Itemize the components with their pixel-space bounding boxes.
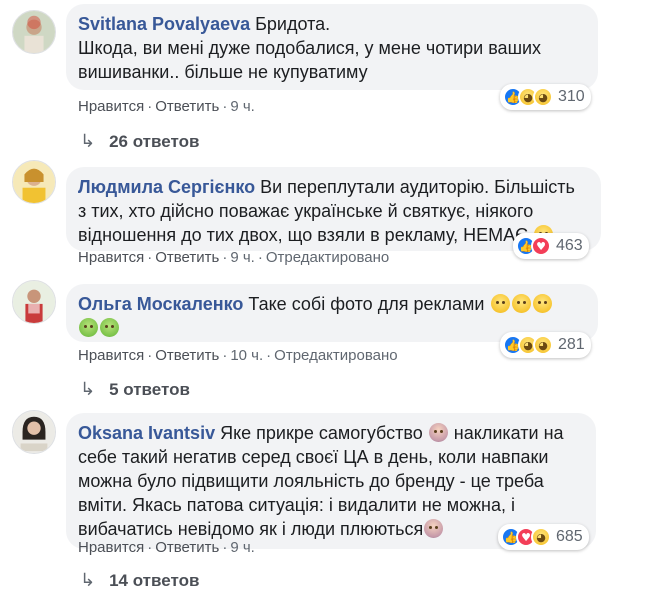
sick-face-icon <box>100 318 119 337</box>
reaction-count: 281 <box>558 336 585 353</box>
avatar[interactable] <box>12 410 56 454</box>
like-link[interactable]: Нравится <box>78 98 144 115</box>
reaction-count: 685 <box>556 528 583 545</box>
comment-text: Ви переплутали аудиторію. Більшість <box>260 177 575 197</box>
haha-reaction-icon: ◕ <box>531 527 551 547</box>
comment-actions: Нравится · Ответить · 9 ч. <box>78 98 255 115</box>
reactions-summary[interactable]: 👍 ◕ ◕ 281 <box>500 332 591 358</box>
comment-text: вишиванки.. більше не купуватиму <box>78 62 368 82</box>
replies-count: 5 ответов <box>109 379 190 399</box>
haha-reaction-icon: ◕ <box>533 87 553 107</box>
avatar[interactable] <box>12 160 56 204</box>
comment-author[interactable]: Людмила Сергієнко <box>78 177 255 197</box>
comment-text: накликати на <box>453 423 564 443</box>
timestamp[interactable]: 10 ч. <box>230 347 263 364</box>
flushed-face-icon <box>490 294 510 313</box>
comment-text: Шкода, ви мені дуже подобалися, у мене ч… <box>78 38 542 58</box>
crying-face-icon <box>532 294 552 313</box>
reply-link[interactable]: Ответить <box>155 249 219 266</box>
love-reaction-icon: ♥ <box>531 236 551 256</box>
reply-arrow-icon: ↳ <box>80 570 96 590</box>
comment-bubble: Svitlana Povalyaeva Бридота. Шкода, ви ме… <box>66 4 598 90</box>
replies-count: 14 ответов <box>109 570 200 590</box>
comment-text: Бридота. <box>255 14 331 34</box>
like-link[interactable]: Нравится <box>78 347 144 364</box>
like-link[interactable]: Нравится <box>78 249 144 266</box>
avatar[interactable] <box>12 10 56 54</box>
timestamp[interactable]: 9 ч. <box>230 249 255 266</box>
comment-text: відношення до тих двох, що взяли в рекла… <box>78 225 529 245</box>
comment-actions: Нравится · Ответить · 9 ч. <box>78 539 255 556</box>
reaction-count: 310 <box>558 88 585 105</box>
comment-text: вибачатись невідомо як і люди плюються <box>78 519 424 539</box>
reply-link[interactable]: Ответить <box>155 98 219 115</box>
comment-text: себе такий негатив серед своєї ЦА в день… <box>78 447 549 467</box>
comment-text: можна було підвищити лояльність до бренд… <box>78 471 544 491</box>
nauseated-face-icon <box>79 318 98 337</box>
comment-text: Яке прикре самогубство <box>220 423 423 443</box>
avatar[interactable] <box>12 280 56 324</box>
comment-actions: Нравится · Ответить · 9 ч. · Отредактировано <box>78 249 390 266</box>
timestamp[interactable]: 9 ч. <box>230 98 255 115</box>
comment-text: з тих, хто дійсно поважає українське й с… <box>78 201 534 221</box>
edited-label: Отредактировано <box>265 249 390 266</box>
reply-link[interactable]: Ответить <box>155 539 219 556</box>
view-replies-link[interactable]: ↳ 26 ответов <box>80 131 199 152</box>
reply-link[interactable]: Ответить <box>155 347 219 364</box>
reactions-summary[interactable]: 👍 ♥ ◕ 685 <box>498 524 589 550</box>
reactions-summary[interactable]: 👍 ♥ 463 <box>513 233 589 259</box>
comment-author[interactable]: Oksana Ivantsiv <box>78 423 215 443</box>
comment-text: Таке собі фото для реклами <box>248 294 485 314</box>
timestamp[interactable]: 9 ч. <box>230 539 255 556</box>
replies-count: 26 ответов <box>109 131 200 151</box>
like-link[interactable]: Нравится <box>78 539 144 556</box>
comment-actions: Нравится · Ответить · 10 ч. · Отредактировано <box>78 347 398 364</box>
reply-arrow-icon: ↳ <box>80 131 96 151</box>
grimacing-face-icon <box>511 294 531 313</box>
woman-facepalming-icon <box>424 519 444 538</box>
view-replies-link[interactable]: ↳ 5 ответов <box>80 379 190 400</box>
woman-facepalming-icon <box>428 423 448 442</box>
reactions-summary[interactable]: 👍 ◕ ◕ 310 <box>500 84 591 110</box>
comment-author[interactable]: Svitlana Povalyaeva <box>78 14 250 34</box>
reply-arrow-icon: ↳ <box>80 379 96 399</box>
view-replies-link[interactable]: ↳ 14 ответов <box>80 570 199 591</box>
comment-author[interactable]: Ольга Москаленко <box>78 294 243 314</box>
reaction-count: 463 <box>556 237 583 254</box>
comment-text: вміти. Якась патова ситуація: і видалити… <box>78 495 515 515</box>
edited-label: Отредактировано <box>274 347 398 364</box>
haha-reaction-icon: ◕ <box>533 335 553 355</box>
